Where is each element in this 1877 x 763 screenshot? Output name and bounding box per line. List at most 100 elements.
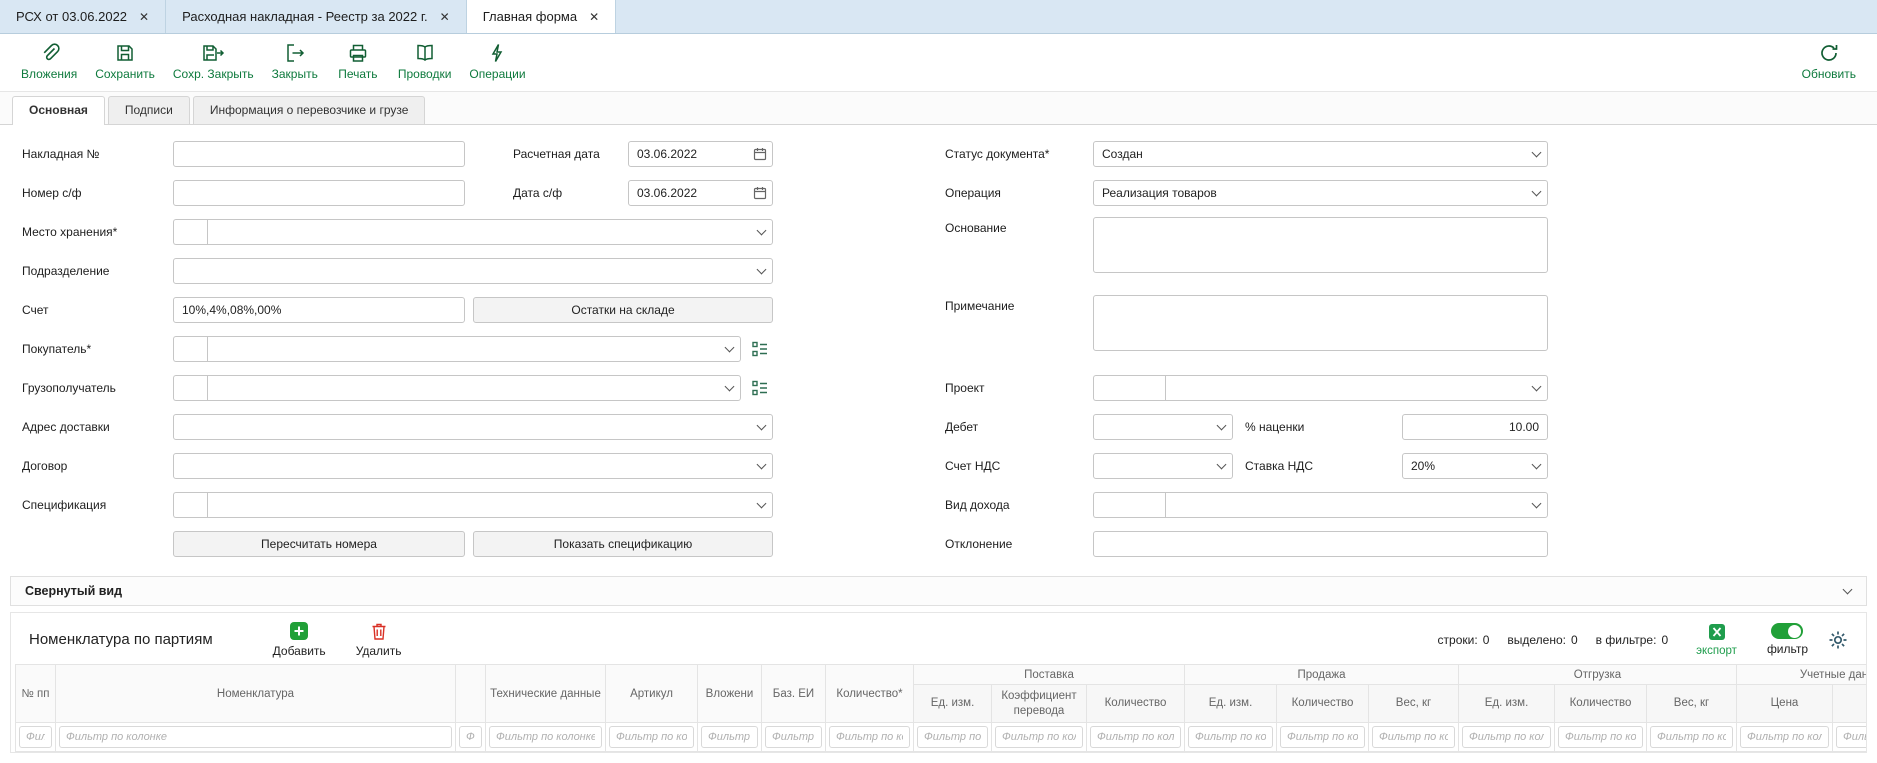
rows-count-value: 0	[1483, 633, 1490, 647]
column-filter-input[interactable]	[1558, 726, 1643, 748]
specification-select[interactable]	[207, 492, 773, 518]
sf-no-input[interactable]	[173, 180, 465, 206]
column-filter-input[interactable]	[1188, 726, 1273, 748]
print-button[interactable]: Печать	[327, 39, 389, 84]
income-type-select[interactable]	[1165, 492, 1548, 518]
close-tab-icon[interactable]: ✕	[440, 11, 450, 23]
refresh-button[interactable]: Обновить	[1793, 39, 1865, 84]
window-tab-rsx[interactable]: РСХ от 03.06.2022 ✕	[0, 0, 166, 33]
col-header-ship-quantity[interactable]: Количество	[1555, 685, 1647, 723]
save-button[interactable]: Сохранить	[86, 39, 164, 84]
col-header-supply-quantity[interactable]: Количество	[1087, 685, 1185, 723]
col-header-conversion-coeff[interactable]: Коэффициент перевода	[992, 685, 1087, 723]
specification-code-input[interactable]	[173, 492, 207, 518]
column-filter-input[interactable]	[995, 726, 1083, 748]
save-close-button[interactable]: Сохр. Закрыть	[164, 39, 263, 84]
window-tab-main-form[interactable]: Главная форма ✕	[467, 0, 616, 33]
column-filter-input[interactable]	[1836, 726, 1866, 748]
window-tab-registry[interactable]: Расходная накладная - Реестр за 2022 г. …	[166, 0, 467, 33]
close-button[interactable]: Закрыть	[263, 39, 327, 84]
calendar-icon[interactable]	[750, 142, 770, 166]
col-header-flag[interactable]	[456, 665, 486, 723]
close-tab-icon[interactable]: ✕	[589, 11, 599, 23]
vat-account-select[interactable]	[1093, 453, 1233, 479]
consignee-code-input[interactable]	[173, 375, 207, 401]
gear-icon[interactable]	[1828, 630, 1848, 650]
delivery-address-select[interactable]	[173, 414, 773, 440]
column-filter-input[interactable]	[917, 726, 988, 748]
col-header-ship-weight[interactable]: Вес, кг	[1647, 685, 1737, 723]
buyer-hierarchy-button[interactable]	[747, 336, 773, 362]
col-header-cutoff[interactable]: О	[1833, 685, 1867, 723]
column-filter-input[interactable]	[1462, 726, 1551, 748]
attachments-button[interactable]: Вложения	[12, 39, 86, 84]
column-filter-input[interactable]	[1090, 726, 1181, 748]
storage-select[interactable]	[207, 219, 773, 245]
invoice-no-input[interactable]	[173, 141, 465, 167]
col-header-num[interactable]: № пп	[16, 665, 56, 723]
stock-remainders-button[interactable]: Остатки на складе	[473, 297, 773, 323]
column-filter-input[interactable]	[609, 726, 694, 748]
col-header-base-unit[interactable]: Баз. ЕИ	[762, 665, 826, 723]
sf-date-field[interactable]: 03.06.2022	[628, 180, 773, 206]
export-button[interactable]: экспорт	[1696, 622, 1737, 657]
recalc-numbers-button[interactable]: Пересчитать номера	[173, 531, 465, 557]
income-type-code-input[interactable]	[1093, 492, 1165, 518]
operations-button[interactable]: Операции	[460, 39, 534, 84]
column-filter-input[interactable]	[489, 726, 602, 748]
delete-row-button[interactable]: Удалить	[356, 621, 402, 658]
col-header-attachment[interactable]: Вложени	[698, 665, 762, 723]
column-filter-input[interactable]	[19, 726, 52, 748]
basis-textarea[interactable]	[1093, 217, 1548, 273]
col-header-sale-weight[interactable]: Вес, кг	[1369, 685, 1459, 723]
column-filter-input[interactable]	[1650, 726, 1733, 748]
column-filter-input[interactable]	[59, 726, 452, 748]
note-textarea[interactable]	[1093, 295, 1548, 351]
col-header-supply-unit[interactable]: Ед. изм.	[914, 685, 992, 723]
toggle-switch[interactable]	[1771, 623, 1803, 639]
col-header-sale-unit[interactable]: Ед. изм.	[1185, 685, 1277, 723]
contract-select[interactable]	[173, 453, 773, 479]
buyer-code-input[interactable]	[173, 336, 207, 362]
markup-input[interactable]	[1402, 414, 1548, 440]
tab-carrier-cargo-info[interactable]: Информация о перевозчике и грузе	[193, 96, 426, 124]
column-filter-input[interactable]	[829, 726, 910, 748]
account-input[interactable]	[173, 297, 465, 323]
consignee-hierarchy-button[interactable]	[747, 375, 773, 401]
project-select[interactable]	[1165, 375, 1548, 401]
postings-button[interactable]: Проводки	[389, 39, 461, 84]
show-specification-button[interactable]: Показать спецификацию	[473, 531, 773, 557]
debit-select[interactable]	[1093, 414, 1233, 440]
status-select[interactable]: Создан	[1093, 141, 1548, 167]
buyer-select[interactable]	[207, 336, 741, 362]
col-header-nomenclature[interactable]: Номенклатура	[56, 665, 456, 723]
project-code-input[interactable]	[1093, 375, 1165, 401]
column-filter-input[interactable]	[1280, 726, 1365, 748]
calendar-icon[interactable]	[750, 181, 770, 205]
tab-main[interactable]: Основная	[12, 96, 105, 125]
column-filter-input[interactable]	[1372, 726, 1455, 748]
column-filter-input[interactable]	[701, 726, 758, 748]
filter-toggle[interactable]: фильтр	[1767, 623, 1808, 656]
col-header-tech-data[interactable]: Технические данные	[486, 665, 606, 723]
consignee-select[interactable]	[207, 375, 741, 401]
close-tab-icon[interactable]: ✕	[139, 11, 149, 23]
tab-signatures[interactable]: Подписи	[108, 96, 190, 124]
department-select[interactable]	[173, 258, 773, 284]
vat-rate-select[interactable]: 20%	[1402, 453, 1548, 479]
column-filter-input[interactable]	[765, 726, 822, 748]
col-header-sale-quantity[interactable]: Количество	[1277, 685, 1369, 723]
operation-select[interactable]: Реализация товаров	[1093, 180, 1548, 206]
storage-code-input[interactable]	[173, 219, 207, 245]
chevron-down-icon[interactable]	[1838, 577, 1856, 605]
col-header-article[interactable]: Артикул	[606, 665, 698, 723]
column-filter-input[interactable]	[459, 726, 482, 748]
col-header-price[interactable]: Цена	[1737, 685, 1833, 723]
add-row-button[interactable]: Добавить	[273, 621, 326, 658]
deviation-input[interactable]	[1093, 531, 1548, 557]
calc-date-field[interactable]: 03.06.2022	[628, 141, 773, 167]
collapsed-view-bar[interactable]: Свернутый вид	[10, 576, 1867, 606]
column-filter-input[interactable]	[1740, 726, 1829, 748]
col-header-quantity[interactable]: Количество*	[826, 665, 914, 723]
col-header-ship-unit[interactable]: Ед. изм.	[1459, 685, 1555, 723]
